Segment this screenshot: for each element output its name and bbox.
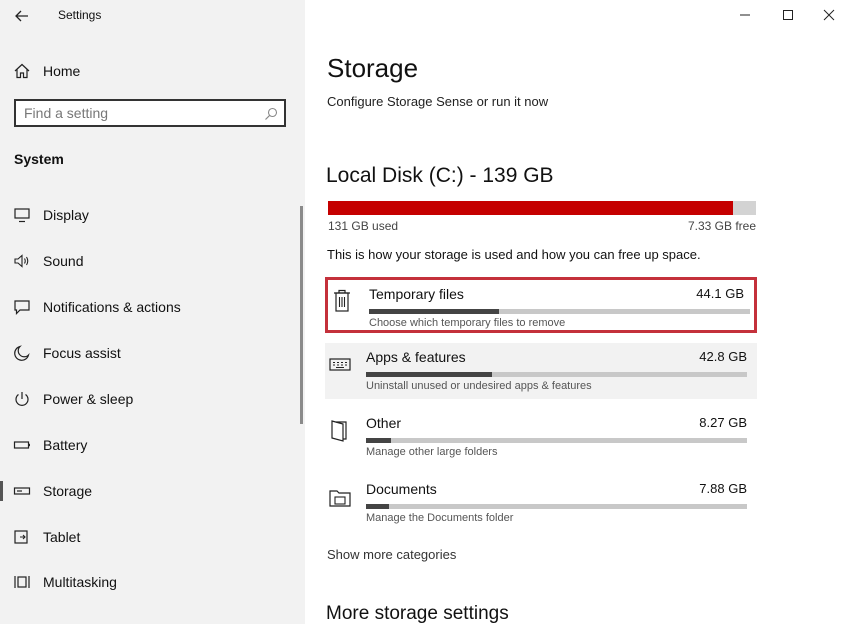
category-usage-fill [366,438,391,443]
close-button[interactable] [808,0,850,30]
disk-usage-fill [328,201,734,215]
sidebar-item-display[interactable]: Display [0,197,305,233]
sidebar-item-sound[interactable]: Sound [0,243,305,279]
multitasking-icon [12,572,32,592]
trash-icon [331,288,355,314]
home-icon [12,61,32,81]
category-name: Documents [366,481,437,497]
category-usage-fill [369,309,499,314]
power-icon [12,389,32,409]
moon-icon [12,343,32,363]
search-input[interactable] [24,105,254,121]
monitor-icon [12,205,32,225]
category-name: Apps & features [366,349,466,365]
sidebar-item-label: Battery [43,437,88,453]
sidebar-item-battery[interactable]: Battery [0,427,305,463]
sidebar-item-power-sleep[interactable]: Power & sleep [0,381,305,417]
sidebar-item-label: Display [43,207,89,223]
category-documents[interactable]: Documents 7.88 GB Manage the Documents f… [325,475,757,531]
maximize-button[interactable] [767,0,809,30]
category-size: 42.8 GB [699,349,747,364]
speaker-icon [12,251,32,271]
maximize-icon [783,10,793,20]
disk-used-label: 131 GB used [328,219,399,233]
keyboard-icon [328,351,352,377]
category-description: Manage the Documents folder [366,512,514,524]
category-usage-bar [369,309,750,314]
sidebar-item-label: Multitasking [43,574,117,590]
tablet-icon [12,527,32,547]
sidebar-item-label: Sound [43,253,84,269]
storage-sense-link[interactable]: Configure Storage Sense or run it now [327,94,548,109]
sidebar-item-focus-assist[interactable]: Focus assist [0,335,305,371]
section-heading-system: System [14,151,64,167]
show-more-categories-link[interactable]: Show more categories [327,547,456,562]
back-arrow-icon[interactable] [12,6,32,26]
disk-title: Local Disk (C:) - 139 GB [326,164,554,187]
category-usage-fill [366,372,492,377]
message-icon [12,297,32,317]
storage-info-text: This is how your storage is used and how… [327,247,701,262]
minimize-button[interactable] [724,0,766,30]
category-usage-bar [366,438,747,443]
search-icon[interactable] [264,107,278,121]
app-title: Settings [58,8,102,22]
sidebar-item-label: Notifications & actions [43,299,181,315]
drive-icon [12,481,32,501]
category-size: 44.1 GB [696,286,744,301]
category-usage-bar [366,504,747,509]
disk-usage-bar [328,201,756,215]
category-size: 7.88 GB [699,481,747,496]
sidebar-scrollbar[interactable] [300,206,303,424]
disk-free-label: 7.33 GB free [687,219,756,233]
home-label: Home [43,63,81,79]
sidebar-item-notifications[interactable]: Notifications & actions [0,289,305,325]
category-description: Choose which temporary files to remove [369,317,566,329]
sidebar-item-multitasking[interactable]: Multitasking [0,564,305,600]
folder-icon [328,483,352,509]
sidebar-item-label: Focus assist [43,345,121,361]
sidebar-item-storage[interactable]: Storage [0,473,305,509]
sidebar-item-tablet[interactable]: Tablet [0,519,305,555]
category-name: Temporary files [369,286,464,302]
category-description: Uninstall unused or undesired apps & fea… [366,380,592,392]
sidebar-item-label: Power & sleep [43,391,134,407]
minimize-icon [740,14,750,16]
battery-icon [12,435,32,455]
sidebar: Settings Home System Display Sound Notif… [0,0,305,624]
category-name: Other [366,415,402,431]
category-temporary-files[interactable]: Temporary files 44.1 GB Choose which tem… [325,277,757,333]
sidebar-item-label: Storage [43,483,93,499]
search-box[interactable] [14,99,286,127]
category-apps-features[interactable]: Apps & features 42.8 GB Uninstall unused… [325,343,757,399]
sidebar-item-label: Tablet [43,529,81,545]
category-usage-bar [366,372,747,377]
more-storage-settings-heading: More storage settings [326,603,509,624]
category-usage-fill [366,504,389,509]
close-icon [823,9,835,21]
file-icon [328,417,352,443]
sidebar-item-home[interactable]: Home [12,60,80,82]
page-title: Storage [327,53,419,83]
category-other[interactable]: Other 8.27 GB Manage other large folders [325,409,757,465]
category-size: 8.27 GB [699,415,747,430]
category-description: Manage other large folders [366,446,498,458]
title-bar: Settings [0,0,305,32]
